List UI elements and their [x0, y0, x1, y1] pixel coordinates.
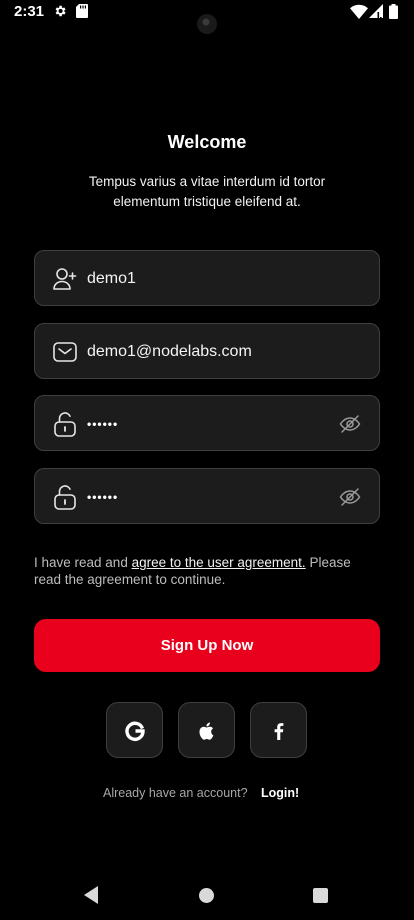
email-input[interactable]: demo1@nodelabs.com — [87, 324, 252, 380]
confirm-password-input[interactable]: •••••• — [87, 469, 118, 525]
apple-icon — [199, 722, 214, 740]
username-input[interactable]: demo1 — [87, 251, 136, 307]
eye-off-icon[interactable] — [339, 487, 361, 507]
page-title: Welcome — [167, 132, 247, 152]
recents-icon[interactable] — [313, 888, 328, 903]
email-field[interactable]: demo1@nodelabs.com — [34, 323, 380, 379]
unlock-icon — [54, 412, 76, 437]
battery-icon — [389, 4, 398, 19]
eye-off-icon[interactable] — [339, 414, 361, 434]
password-field[interactable]: •••••• — [34, 395, 380, 451]
mail-icon — [53, 342, 77, 362]
google-login-button[interactable] — [106, 702, 163, 758]
password-input[interactable]: •••••• — [87, 396, 118, 452]
signup-screen: 2:31 Welcome Tempus varius a vitae inter… — [0, 0, 414, 920]
already-have-account-text: Already have an account? — [103, 786, 248, 800]
agreement-text: I have read and agree to the user agreem… — [34, 554, 380, 588]
facebook-login-button[interactable] — [250, 702, 307, 758]
facebook-icon — [274, 723, 284, 740]
user-add-icon — [53, 268, 77, 290]
back-icon[interactable] — [84, 886, 98, 904]
signal-icon — [369, 4, 383, 18]
confirm-password-field[interactable]: •••••• — [34, 468, 380, 524]
google-icon — [125, 721, 145, 741]
unlock-icon — [54, 485, 76, 510]
sign-up-button[interactable]: Sign Up Now — [34, 619, 380, 672]
sd-card-icon — [76, 4, 88, 18]
login-link[interactable]: Login! — [261, 786, 299, 800]
user-agreement-link[interactable]: agree to the user agreement. — [132, 555, 306, 570]
camera-cutout — [197, 14, 217, 34]
settings-gear-icon — [55, 5, 66, 17]
agreement-prefix: I have read and — [34, 555, 132, 570]
wifi-icon — [350, 4, 368, 19]
page-subtitle: Tempus varius a vitae interdum id tortor… — [88, 174, 326, 209]
username-field[interactable]: demo1 — [34, 250, 380, 306]
status-time: 2:31 — [14, 3, 45, 20]
home-icon[interactable] — [199, 888, 214, 903]
apple-login-button[interactable] — [178, 702, 235, 758]
